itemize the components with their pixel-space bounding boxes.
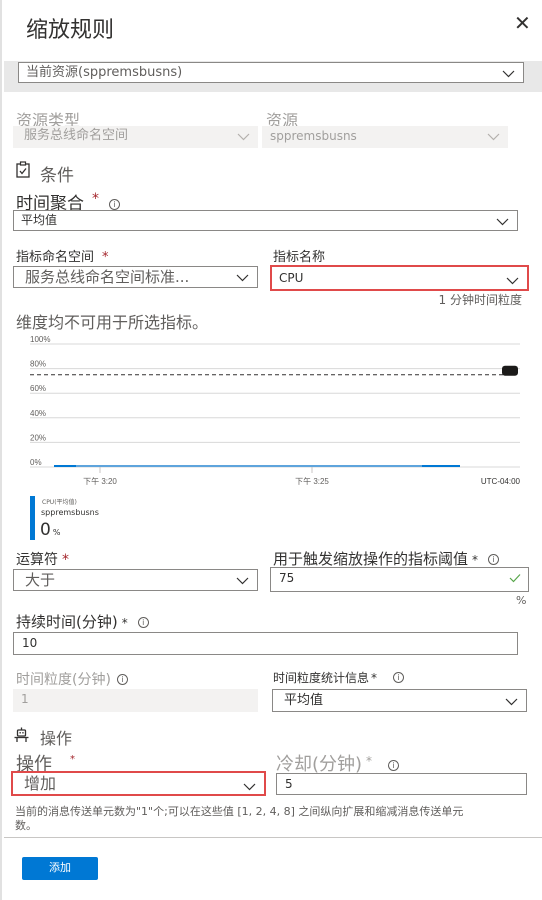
clipboard-check-icon (16, 161, 30, 178)
required-marker: * (92, 191, 99, 207)
resource-type-select: 服务总线命名空间 (13, 126, 258, 148)
chevron-down-icon (237, 128, 250, 148)
metric-namespace-label-text: 指标命名空间 (16, 250, 95, 265)
chevron-down-icon (236, 269, 249, 289)
duration-label: 持续时间(分钟) * i (16, 611, 149, 632)
time-grain-stat-select[interactable]: 平均值 (272, 689, 527, 712)
time-grain-stat-value: 平均值 (284, 693, 324, 708)
time-aggregation-value: 平均值 (21, 213, 58, 227)
info-icon[interactable]: i (116, 674, 128, 685)
metric-namespace-value: 服务总线命名空间标准... (25, 268, 190, 286)
duration-value: 10 (22, 636, 38, 650)
message-units-note: 当前的消息传送单元数为"1"个;可以在这些值 [1, 2, 4, 8] 之间纵向… (15, 805, 464, 832)
info-icon[interactable]: i (109, 199, 120, 210)
required-marker: * (70, 754, 75, 765)
required-marker: * (472, 553, 479, 567)
time-grain-stat-label-text: 时间粒度统计信息 (273, 671, 370, 685)
threshold-input[interactable]: 75 (270, 567, 529, 592)
required-marker: * (371, 671, 378, 685)
legend-value: 0% (40, 520, 60, 540)
info-icon[interactable]: i (388, 760, 400, 771)
metric-namespace-select[interactable]: 服务总线命名空间标准... (13, 266, 258, 288)
chevron-down-icon (496, 213, 509, 232)
close-icon[interactable]: ✕ (514, 11, 531, 35)
dimension-note: 维度均不可用于所选指标。 (16, 313, 209, 332)
y-tick-label: 40% (30, 409, 46, 418)
scale-rule-panel: 缩放规则 ✕ 当前资源(sppremsbusns) 资源类型 服务总线命名空间 … (0, 0, 542, 900)
metric-name-label: 指标名称 (273, 250, 326, 265)
x-tick-label: 下午 3:25 (295, 476, 329, 486)
resource-select: sppremsbusns (262, 126, 508, 148)
condition-section-title: 条件 (40, 166, 74, 186)
y-tick-label: 20% (30, 433, 46, 442)
y-tick-label: 60% (30, 384, 46, 393)
metric-name-select[interactable]: CPU (270, 265, 529, 291)
metric-name-value: CPU (279, 271, 304, 285)
threshold-label: 用于触发缩放操作的指标阈值 * i (273, 548, 500, 569)
operator-label-text: 运算符 (16, 552, 58, 568)
y-tick-label: 0% (30, 458, 42, 467)
required-marker: * (366, 754, 373, 768)
required-marker: * (62, 552, 69, 568)
y-tick-label: 100% (30, 335, 50, 344)
operation-select[interactable]: 增加 (11, 771, 266, 796)
threshold-label-text: 用于触发缩放操作的指标阈值 (273, 550, 469, 568)
threshold-value: 75 (279, 571, 295, 585)
duration-label-text: 持续时间(分钟) (16, 613, 118, 631)
scope-select[interactable]: 当前资源(sppremsbusns) (18, 62, 524, 83)
duration-input[interactable]: 10 (13, 632, 518, 655)
timezone-label: UTC-04:00 (481, 477, 520, 486)
chevron-down-icon (236, 572, 249, 592)
metric-chart: 100% 80% 60% 40% 20% 0% 下午 3:20 下午 3:25 UTC-04:0… (30, 334, 521, 492)
y-tick-label: 80% (30, 360, 46, 369)
required-marker: * (102, 250, 109, 265)
operation-value: 增加 (24, 774, 57, 793)
robot-icon (14, 727, 29, 743)
chevron-down-icon (505, 692, 518, 713)
time-aggregation-select[interactable]: 平均值 (13, 210, 518, 231)
cooldown-value: 5 (285, 777, 293, 791)
operator-value: 大于 (25, 571, 56, 589)
time-grain-input: 1 (13, 689, 258, 712)
info-icon[interactable]: i (137, 617, 149, 628)
legend-color-bar (30, 496, 35, 540)
legend-value-unit: % (52, 528, 61, 537)
info-icon[interactable]: i (393, 672, 405, 683)
legend-resource: sppremsbusns (41, 508, 99, 517)
chevron-down-icon (502, 65, 515, 84)
time-grain-value: 1 (21, 692, 29, 706)
legend-value-number: 0 (40, 520, 51, 540)
operator-label: 运算符 * (16, 549, 69, 569)
info-icon[interactable]: i (488, 554, 500, 565)
chevron-down-icon (487, 128, 500, 148)
metric-namespace-label: 指标命名空间 * (16, 246, 109, 265)
time-grain-label-text: 时间粒度(分钟) (16, 672, 111, 688)
scope-select-value: 当前资源(sppremsbusns) (26, 65, 183, 80)
action-section-title: 操作 (40, 729, 73, 748)
chevron-down-icon (243, 777, 256, 798)
metric-chart-svg: 100% 80% 60% 40% 20% 0% 下午 3:20 下午 3:25 UTC-04:0… (30, 335, 521, 486)
threshold-handle (502, 365, 518, 376)
x-tick-label: 下午 3:20 (83, 476, 117, 486)
operator-select[interactable]: 大于 (13, 569, 258, 591)
required-marker: * (121, 616, 128, 630)
resource-type-value: 服务总线命名空间 (24, 128, 129, 143)
footer-divider (4, 837, 542, 838)
legend-metric: CPU(平均值) (42, 499, 77, 506)
time-grain-stat-label: 时间粒度统计信息 * i (273, 669, 405, 686)
chevron-down-icon (506, 271, 519, 293)
cooldown-label-text: 冷却(分钟) (276, 754, 363, 775)
panel-title: 缩放规则 (26, 18, 115, 43)
threshold-unit: % (516, 594, 527, 607)
checkmark-icon (509, 569, 521, 590)
granularity-note: 1 分钟时间粒度 (438, 293, 522, 307)
time-grain-label: 时间粒度(分钟) i (16, 669, 128, 689)
cooldown-input[interactable]: 5 (276, 773, 527, 795)
add-button[interactable]: 添加 (22, 857, 98, 880)
resource-value: sppremsbusns (270, 129, 357, 143)
